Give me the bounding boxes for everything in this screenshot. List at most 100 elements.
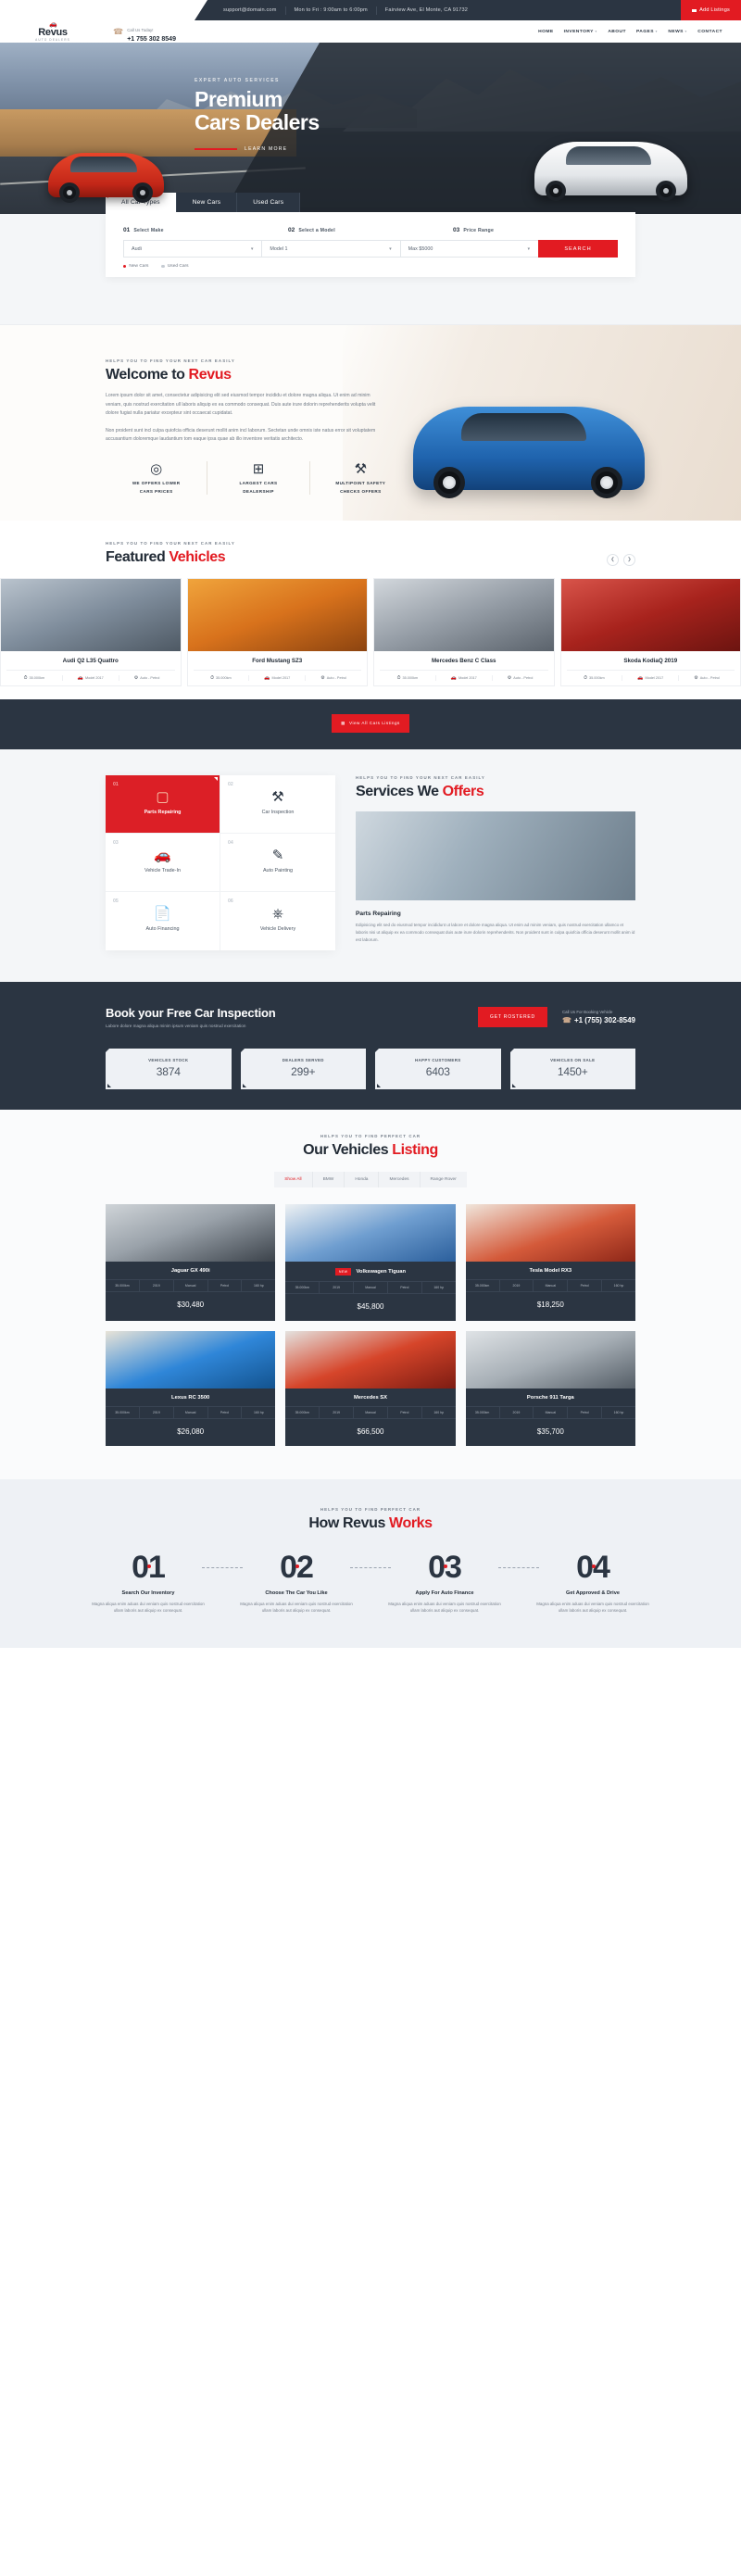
card-price: $26,080 bbox=[177, 1426, 205, 1436]
filter-mercedes[interactable]: Mercedes bbox=[379, 1171, 421, 1187]
nav-item-inventory[interactable]: INVENTORY▼ bbox=[564, 30, 598, 34]
feature-title-2: DEALERSHIP bbox=[243, 488, 274, 494]
nav-item-home[interactable]: HOME bbox=[538, 30, 553, 34]
service-auto-financing[interactable]: 05 📄 Auto Financing bbox=[106, 891, 220, 950]
nav-item-pages[interactable]: PAGES▼ bbox=[636, 30, 658, 34]
top-bar-info-list: support@domain.com Mon to Fri : 9:00am t… bbox=[215, 6, 681, 15]
all-cars-bar: ▦ View All Cars Listings bbox=[0, 698, 741, 749]
welcome-paragraph-1: Lorem ipsum dolor sit amet, consectetur … bbox=[106, 393, 376, 416]
service-vehicle-trade-in[interactable]: 03 🚗 Vehicle Trade-In bbox=[106, 833, 220, 892]
featured-card[interactable]: Skoda KodiaQ 2019 ⏱ 35.000km 🚗 Model 2017 … bbox=[559, 577, 741, 686]
service-name: Vehicle Delivery bbox=[259, 925, 296, 932]
hero-content: EXPERT AUTO SERVICES Premium Cars Dealer… bbox=[195, 78, 320, 152]
view-all-cars-button[interactable]: ▦ View All Cars Listings bbox=[332, 713, 409, 733]
listing-title-main: Our Vehicles bbox=[303, 1141, 393, 1158]
featured-card[interactable]: Ford Mustang SZ3 ⏱ 35.000km 🚗 Model 2017 ⚙… bbox=[186, 577, 368, 686]
how-works-section: HELPS YOU TO FIND PERFECT CAR How Revus … bbox=[0, 1478, 741, 1648]
stat-value: 3874 bbox=[156, 1064, 181, 1078]
listing-card[interactable]: Tesla Model RX3 35.000km 2019 Manual Pet… bbox=[465, 1203, 635, 1321]
tools-icon: ⚒ bbox=[271, 788, 284, 805]
select-price-range[interactable]: Max $5000 ▼ bbox=[399, 240, 539, 258]
booking-call[interactable]: Call Us For Booking Vehicle ☎ +1 (755) 3… bbox=[562, 1010, 635, 1024]
hero-car-red bbox=[48, 153, 164, 203]
services-photo bbox=[356, 810, 635, 900]
select-make[interactable]: Audi ▼ bbox=[123, 240, 263, 258]
step-number: 01 bbox=[123, 227, 131, 233]
hero-title-line2: Cars Dealers bbox=[195, 110, 320, 134]
logo-subtitle: AUTO DEALERS bbox=[35, 37, 70, 42]
services-eyebrow: HELPS YOU TO FIND YOUR NEXT CAR EASILY bbox=[356, 774, 485, 780]
spec: 35.000km bbox=[106, 1279, 140, 1291]
top-bar-spacer bbox=[0, 0, 195, 20]
listing-card[interactable]: Porsche 911 Targa 35.000km 2019 Manual P… bbox=[465, 1330, 635, 1446]
spec: 2019 bbox=[140, 1406, 174, 1418]
radio-used-cars[interactable]: Used Cars bbox=[161, 264, 189, 269]
listing-card[interactable]: Lexus RC 3500 35.000km 2019 Manual Petro… bbox=[106, 1330, 276, 1446]
spec: 35.000km bbox=[466, 1406, 500, 1418]
card-title-row: NEW Volkswagen Tiguan bbox=[285, 1262, 455, 1281]
card-image bbox=[560, 578, 740, 651]
welcome-features: ◎ WE OFFERS LOWER CARS PRICES ⊞ LARGEST … bbox=[106, 460, 411, 495]
wheel-icon bbox=[591, 467, 622, 498]
carousel-prev-icon[interactable]: ❮ bbox=[607, 553, 619, 566]
stats-row: VEHICLES STOCK 3874 DEALERS SERVED 299+ … bbox=[106, 1048, 635, 1110]
service-car-inspection[interactable]: 02 ⚒ Car Inspection bbox=[220, 775, 335, 834]
hero-learn-more-button[interactable]: LEARN MORE bbox=[195, 146, 320, 152]
filter-range-rover[interactable]: Range Rover bbox=[420, 1171, 467, 1187]
select-make-value: Audi bbox=[132, 245, 142, 252]
stat-value: 299+ bbox=[291, 1064, 316, 1078]
spec: Manual bbox=[534, 1279, 569, 1291]
radio-new-cars[interactable]: New Cars bbox=[123, 264, 148, 269]
stat-happy-customers: HAPPY CUSTOMERS 6403 bbox=[375, 1048, 501, 1089]
step-label: Select a Model bbox=[298, 228, 335, 233]
topbar-hours: Mon to Fri : 9:00am to 6:00pm bbox=[286, 6, 377, 15]
step-item: 04 Get Approved & Drive Magna aliqua eni… bbox=[519, 1551, 667, 1615]
how-works-title-accent: Works bbox=[389, 1514, 433, 1531]
spec: 35.000km bbox=[285, 1281, 320, 1293]
services-grid: 01 ▢ Parts Repairing 02 ⚒ Car Inspection… bbox=[106, 774, 335, 950]
tab-used-cars[interactable]: Used Cars bbox=[237, 193, 301, 212]
featured-card[interactable]: Audi Q2 L35 Quattro ⏱ 35.000km 🚗 Model 201… bbox=[0, 577, 182, 686]
nav-pages-label: PAGES bbox=[635, 29, 654, 34]
search-radios: New Cars Used Cars bbox=[123, 264, 618, 269]
card-title-row: Jaguar GX 490i bbox=[106, 1262, 275, 1279]
filter-honda[interactable]: Honda bbox=[345, 1171, 380, 1187]
filter-show-all[interactable]: Show All bbox=[274, 1171, 313, 1187]
hero-accent-bar bbox=[195, 148, 237, 150]
featured-card[interactable]: Mercedes Benz C Class ⏱ 35.000km 🚗 Model 2… bbox=[373, 577, 555, 686]
logo[interactable]: 🚗 Revus AUTO DEALERS bbox=[13, 21, 93, 42]
listing-card[interactable]: NEW Volkswagen Tiguan 35.000km 2019 Manu… bbox=[285, 1203, 456, 1321]
card-title-row: Mercedes SX bbox=[285, 1389, 455, 1406]
filter-bmw[interactable]: BMW bbox=[312, 1171, 345, 1187]
search-label-price: 03 Price Range bbox=[453, 227, 618, 233]
spec: 35.000km bbox=[285, 1406, 320, 1418]
add-listings-button[interactable]: Add Listings bbox=[681, 0, 741, 20]
nav-item-about[interactable]: ABOUT bbox=[608, 30, 626, 34]
feature-title: MULTIPOINT SAFETY bbox=[335, 480, 386, 485]
nav-item-contact[interactable]: CONTACT bbox=[697, 30, 722, 34]
search-button[interactable]: SEARCH bbox=[537, 240, 618, 258]
spec-fuel-value: Auto - Petrol bbox=[513, 675, 534, 680]
card-specs: 35.000km 2019 Manual Petrol 160 hp bbox=[285, 1280, 456, 1294]
booking-text: Book your Free Car Inspection Labore dol… bbox=[106, 1006, 478, 1028]
card-image bbox=[374, 578, 554, 651]
card-image bbox=[465, 1203, 635, 1262]
spec: 2019 bbox=[140, 1279, 174, 1291]
service-parts-repairing[interactable]: 01 ▢ Parts Repairing bbox=[106, 774, 220, 834]
hero-banner: EXPERT AUTO SERVICES Premium Cars Dealer… bbox=[0, 43, 741, 214]
topbar-email[interactable]: support@domain.com bbox=[215, 6, 286, 15]
carousel-next-icon[interactable]: ❯ bbox=[623, 553, 635, 566]
header-phone[interactable]: ☎ Call Us Today! +1 755 302 8549 bbox=[106, 19, 176, 44]
listing-card[interactable]: Jaguar GX 490i 35.000km 2019 Manual Petr… bbox=[106, 1203, 276, 1321]
tab-new-cars[interactable]: New Cars bbox=[176, 193, 238, 212]
service-vehicle-delivery[interactable]: 06 ⎈ Vehicle Delivery bbox=[220, 892, 335, 950]
gearbox-icon: ⚙ bbox=[320, 674, 325, 681]
car-icon: 🚗 bbox=[450, 674, 457, 681]
nav-item-news[interactable]: NEWS▼ bbox=[668, 30, 687, 34]
step-number: 02 bbox=[280, 1549, 314, 1585]
listing-card[interactable]: Mercedes SX 35.000km 2019 Manual Petrol … bbox=[285, 1330, 456, 1446]
spec-km: ⏱ 35.000km bbox=[380, 674, 436, 681]
select-model[interactable]: Model 1 ▼ bbox=[261, 240, 401, 258]
get-rostered-button[interactable]: GET ROSTERED bbox=[478, 1006, 547, 1027]
service-auto-painting[interactable]: 04 ✎ Auto Painting bbox=[220, 834, 335, 892]
